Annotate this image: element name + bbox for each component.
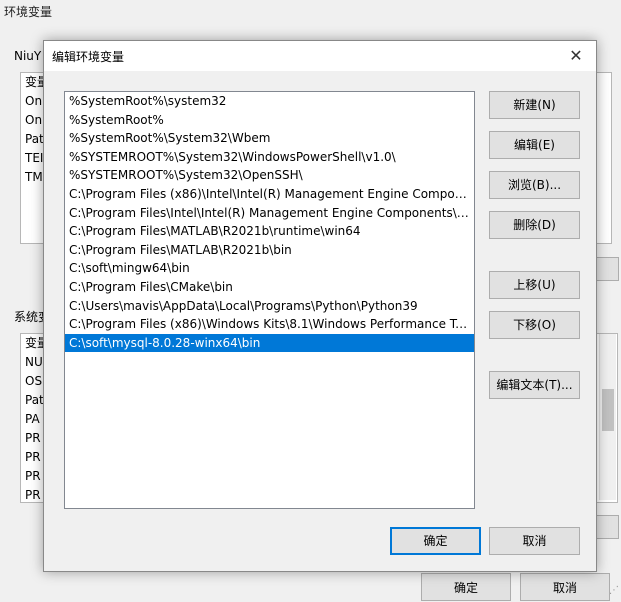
edit-button[interactable]: 编辑(E): [489, 131, 580, 159]
edit-env-var-dialog: 编辑环境变量 ✕ %SystemRoot%\system32 %SystemRoo…: [43, 40, 597, 572]
move-down-button[interactable]: 下移(O): [489, 311, 580, 339]
path-item[interactable]: %SYSTEMROOT%\System32\OpenSSH\: [65, 166, 474, 185]
edit-text-button[interactable]: 编辑文本(T)...: [489, 371, 580, 399]
path-item[interactable]: %SystemRoot%\system32: [65, 92, 474, 111]
system-vars-button-stub[interactable]: [595, 515, 619, 539]
path-item[interactable]: C:\Users\mavis\AppData\Local\Programs\Py…: [65, 297, 474, 316]
background-ok-button[interactable]: 确定: [421, 573, 511, 601]
delete-button[interactable]: 删除(D): [489, 211, 580, 239]
path-item-selected[interactable]: C:\soft\mysql-8.0.28-winx64\bin: [65, 333, 474, 353]
system-variables-scrollbar[interactable]: [599, 334, 616, 500]
dialog-titlebar[interactable]: 编辑环境变量 ✕: [44, 41, 596, 71]
path-item[interactable]: C:\Program Files\MATLAB\R2021b\bin: [65, 241, 474, 260]
path-list[interactable]: %SystemRoot%\system32 %SystemRoot% %System…: [64, 91, 475, 509]
resize-grip-icon[interactable]: ⋰: [609, 585, 619, 596]
path-item[interactable]: %SystemRoot%: [65, 111, 474, 130]
move-up-button[interactable]: 上移(U): [489, 271, 580, 299]
path-item[interactable]: %SystemRoot%\System32\Wbem: [65, 129, 474, 148]
path-item[interactable]: C:\Program Files\CMake\bin: [65, 278, 474, 297]
path-item[interactable]: C:\Program Files\Intel\Intel(R) Manageme…: [65, 204, 474, 223]
path-item[interactable]: C:\soft\mingw64\bin: [65, 259, 474, 278]
user-vars-button-stub[interactable]: [595, 257, 619, 281]
path-item[interactable]: C:\Program Files\MATLAB\R2021b\runtime\w…: [65, 222, 474, 241]
background-window-title: 环境变量: [4, 5, 53, 19]
scrollbar-thumb[interactable]: [602, 389, 614, 431]
dialog-title: 编辑环境变量: [52, 50, 125, 64]
path-item[interactable]: C:\Program Files (x86)\Intel\Intel(R) Ma…: [65, 185, 474, 204]
close-icon[interactable]: ✕: [566, 46, 586, 66]
ok-button[interactable]: 确定: [390, 527, 481, 555]
browse-button[interactable]: 浏览(B)...: [489, 171, 580, 199]
cancel-button[interactable]: 取消: [489, 527, 580, 555]
user-variables-label: NiuY: [14, 49, 42, 63]
path-item[interactable]: %SYSTEMROOT%\System32\WindowsPowerShell\…: [65, 148, 474, 167]
background-cancel-button[interactable]: 取消: [520, 573, 610, 601]
new-button[interactable]: 新建(N): [489, 91, 580, 119]
path-item[interactable]: C:\Program Files (x86)\Windows Kits\8.1\…: [65, 315, 474, 334]
